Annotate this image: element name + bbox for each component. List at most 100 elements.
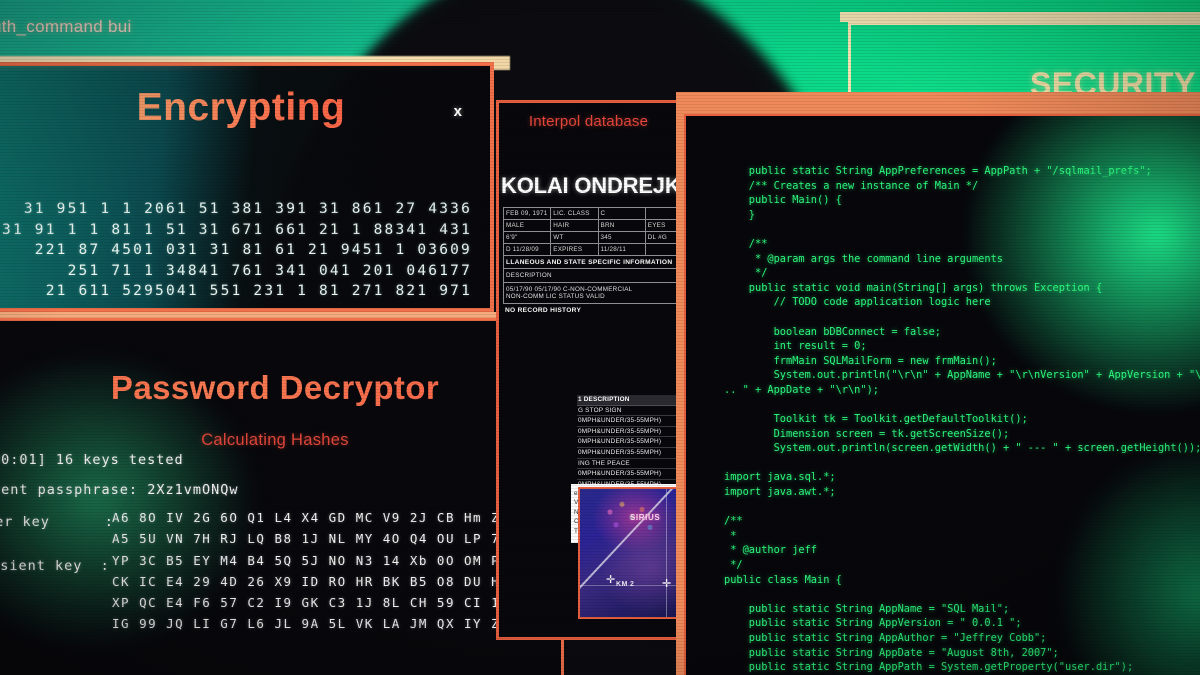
master-key-label: ter key : [0,514,114,530]
crosshair-icon: ✛ [606,574,616,586]
transient-key-row: XP QC E4 F6 57 C2 I9 GK C3 1J 8L CH 59 C… [112,595,537,610]
password-decryptor-subtitle: Calculating Hashes [201,431,349,449]
master-key-label-text: ter key [0,514,50,530]
subject-name: KOLAI ONDREJKO [501,173,681,198]
transient-key-label-text: ansient key [0,558,83,574]
code-line: */ [724,559,743,572]
violation-row: ING THE PEACE [577,459,678,470]
code-line: public Main() { [724,194,842,207]
satellite-map-texture [580,489,680,617]
code-line: public static String AppName = "SQL Mail… [724,602,1010,615]
code-line: * @param args the command line arguments [724,252,1003,265]
encrypting-panel: Encrypting x 31 951 1 1 2061 51 381 391 … [0,62,494,312]
code-panel-top-band [676,92,1200,114]
code-line: .. " + AppDate + "\r\n"); [724,383,879,396]
code-line: System.out.println(screen.getWidth() + "… [724,442,1200,455]
transient-key-colon: : [100,558,110,574]
code-line: public static String AppPath = System.ge… [724,661,1134,674]
id-card-cell: 6'9" [502,231,552,244]
code-line: Toolkit tk = Toolkit.getDefaultToolkit()… [724,413,1028,426]
crosshair-icon: ✛ [662,578,672,590]
source-code: public static String AppPreferences = Ap… [724,164,1200,675]
id-card-cell: MALE [502,219,552,232]
code-line: /** Creates a new instance of Main */ [724,179,979,192]
id-card-cell: FEB 09, 1971 [502,207,552,220]
code-line: import java.awt.*; [724,486,836,499]
code-line: * @author jeff [724,544,817,557]
id-card-table: FEB 09, 1971 LIC. CLASS C MALE HAIR BRN EYES 6'… [502,207,678,256]
close-icon[interactable]: x [454,104,462,119]
violation-row: 0MPH&UNDER/35-55MPH) [577,469,678,480]
screen-capture: uth_command bui SECURITY Compiling Nodes… [0,0,1200,675]
code-line: public static String AppAuthor = "Jeffre… [724,632,1047,644]
master-key-row: A6 8O IV 2G 6O Q1 L4 X4 GD MC V9 2J CB H… [112,510,537,525]
violation-row: 0MPH&UNDER/35-55MPH) [577,448,678,459]
code-editor-panel[interactable]: public static String AppPreferences = Ap… [684,114,1200,675]
code-line: } [724,208,755,221]
code-line: int result = 0; [724,340,867,353]
master-key-value: A6 8O IV 2G 6O Q1 L4 X4 GD MC V9 2J CB H… [112,507,536,549]
violation-row: G STOP SIGN [577,406,678,417]
id-description-line: 05/17/90 05/17/90 C-NON-COMMERCIAL [506,286,633,293]
encrypting-row: 221 87 4501 031 31 81 61 21 9451 1 03609 [34,242,472,258]
id-card-cell: BRN [597,219,646,232]
passphrase-value: 2Xz1vmONQw [147,482,239,498]
transient-key-value: YP 3C B5 EY M4 B4 5Q 5J NO N3 14 Xb 0O O… [112,550,536,634]
encrypting-data-rows: 31 951 1 1 2061 51 381 391 31 861 27 433… [0,199,472,302]
code-line: System.out.println("\r\n" + AppName + "\… [724,369,1200,382]
id-card-cell: EXPIRES [550,243,599,256]
id-card-row: D 11/28/09 EXPIRES 11/28/11 [502,243,678,256]
id-card-cell: C [597,207,646,220]
id-card-row: 6'9" WT 345 DL #G [502,231,678,244]
transient-key-row: IG 99 JQ LI G7 L6 JL 9A 5L VK LA JM QX I… [112,616,537,631]
satellite-map[interactable]: SIRIUS ✛ KM 2 ✛ [578,487,682,619]
satellite-map-label-secondary: KM 2 [616,581,635,588]
id-card-cell: 345 [597,231,646,244]
violation-row: 0MPH&UNDER/35-55MPH) [577,437,678,448]
security-band-top [840,12,1200,22]
satellite-map-gridline-vertical [666,489,668,617]
password-decryptor-title: Password Decryptor [0,369,561,407]
id-card-row: MALE HAIR BRN EYES [502,219,678,232]
id-description-line: NON-COMM LIC STATUS VALID [506,293,605,300]
id-description-header: DESCRIPTION [503,269,678,283]
id-card: FEB 09, 1971 LIC. CLASS C MALE HAIR BRN EYES 6'… [502,207,678,316]
master-key-row: A5 5U VN 7H RJ LQ B8 1J NL MY 4O Q4 OU L… [112,531,537,546]
id-misc-section-header: LLANEOUS AND STATE SPECIFIC INFORMATION [503,256,678,269]
id-card-row: FEB 09, 1971 LIC. CLASS C [502,207,678,220]
code-line: // TODO code application logic here [724,296,991,309]
window-title: uth_command bui [0,17,132,36]
id-card-cell: HAIR [550,219,599,232]
code-line: /** [724,515,743,528]
violations-header: 1 DESCRIPTION [577,395,678,406]
interpol-title: Interpol database [528,113,649,130]
code-line: */ [724,267,768,280]
code-line: /** [724,237,768,250]
code-line: public class Main { [724,573,842,586]
code-panel-left-band [676,92,684,675]
code-line: public static String AppDate = "August 8… [724,646,1059,659]
id-card-cell: WT [550,231,599,244]
id-description-lines: 05/17/90 05/17/90 C-NON-COMMERCIAL NON-CO… [503,283,678,304]
id-card-cell: LIC. CLASS [550,207,599,220]
violation-row: 0MPH&UNDER/35-55MPH) [577,427,678,438]
id-record-history-header: NO RECORD HISTORY [505,307,582,314]
code-line: public static void main(String[] args) t… [724,281,1103,294]
encrypting-row: 251 71 1 34841 761 341 041 201 046177 [67,262,472,279]
code-line: public static String AppPreferences = Ap… [724,165,1152,177]
encrypting-row: 31 91 1 1 81 1 51 31 671 661 21 1 88341 … [2,221,472,238]
transient-key-row: YP 3C B5 EY M4 B4 5Q 5J NO N3 14 Xb 0O O… [112,553,537,568]
passphrase-label: rent passphrase: [0,482,139,498]
encrypting-row: 31 951 1 1 2061 51 381 391 31 861 27 433… [23,201,472,217]
transient-key-label: ansient key : [0,558,110,574]
encrypting-row: 21 611 5295041 551 231 1 81 271 821 971 [45,283,472,299]
violation-row: 0MPH&UNDER/35-55MPH) [577,416,678,427]
id-card-cell: D 11/28/09 [502,243,552,256]
code-line: Dimension screen = tk.getScreenSize(); [724,427,1010,440]
